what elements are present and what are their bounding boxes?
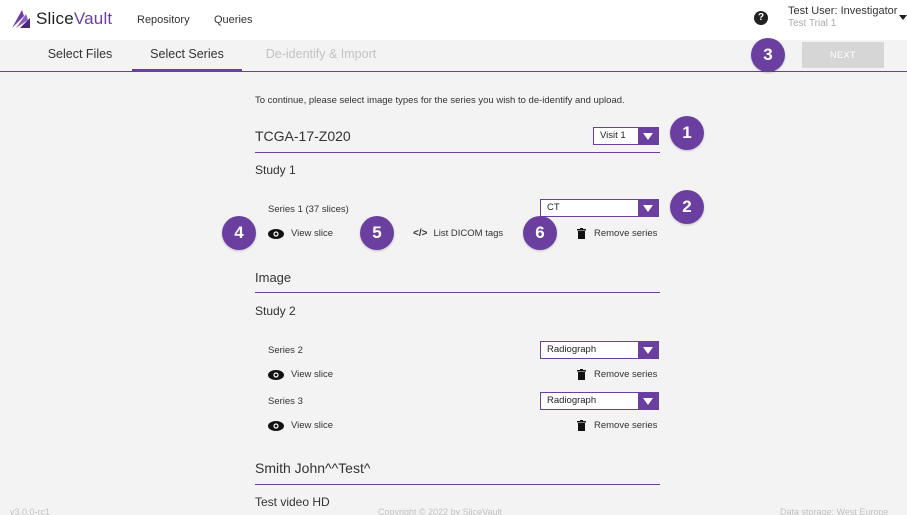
series-type-value: Radiograph	[547, 344, 597, 355]
view-slice-label: View slice	[291, 420, 334, 431]
series-label: Series 3	[268, 396, 303, 407]
chevron-down-icon[interactable]	[638, 392, 658, 410]
series-label: Series 1 (37 slices)	[268, 204, 349, 215]
trash-icon	[577, 369, 586, 380]
tab-deidentify-import: De-identify & Import	[265, 47, 377, 61]
patient-name: Smith John^^Test^	[255, 460, 371, 476]
callout-badge: 1	[670, 116, 704, 150]
series-type-select[interactable]: Radiograph	[540, 341, 659, 359]
view-slice-label: View slice	[291, 369, 334, 380]
image-divider	[255, 292, 660, 293]
callout-badge: 4	[222, 216, 256, 250]
tab-select-series[interactable]: Select Series	[132, 40, 242, 72]
study-title: Study 2	[255, 304, 296, 318]
nav-queries-link[interactable]: Queries	[214, 14, 253, 26]
code-icon: </>	[413, 228, 428, 239]
study-title: Study 1	[255, 163, 296, 177]
top-navigation: SliceVault Repository Queries ? Test Use…	[0, 0, 907, 40]
user-name[interactable]: Test User: Investigator	[788, 5, 897, 17]
caret-down-icon[interactable]	[899, 15, 907, 20]
remove-series-action[interactable]: Remove series	[577, 369, 657, 380]
eye-icon	[268, 369, 284, 380]
series-type-select[interactable]: CT	[540, 199, 659, 217]
callout-badge: 3	[751, 38, 785, 72]
visit-select[interactable]: Visit 1	[593, 127, 659, 145]
footer-storage: Data storage: West Europe	[780, 507, 889, 515]
eye-icon	[268, 228, 284, 239]
app-logo[interactable]: SliceVault	[10, 8, 112, 30]
next-button[interactable]: NEXT	[802, 42, 884, 68]
study-group-title: Image	[255, 270, 292, 285]
patient-name: TCGA-17-Z020	[255, 128, 351, 144]
chevron-down-icon[interactable]	[638, 199, 658, 217]
view-slice-label: View slice	[291, 228, 334, 239]
remove-series-action[interactable]: Remove series	[577, 228, 657, 239]
footer-copyright: Copyright © 2022 by SliceVault	[378, 507, 503, 515]
series-type-value: Radiograph	[547, 395, 597, 406]
instructions-text: To continue, please select image types f…	[255, 95, 625, 106]
nav-repository-link[interactable]: Repository	[137, 14, 190, 26]
remove-series-label: Remove series	[594, 420, 658, 431]
view-slice-action[interactable]: View slice	[268, 228, 333, 239]
series-type-value: CT	[547, 202, 560, 213]
remove-series-label: Remove series	[594, 228, 658, 239]
patient-divider	[255, 152, 660, 153]
series-type-select[interactable]: Radiograph	[540, 392, 659, 410]
app-name: SliceVault	[36, 9, 113, 28]
callout-badge: 6	[523, 216, 557, 250]
remove-series-action[interactable]: Remove series	[577, 420, 657, 431]
patient-divider	[255, 484, 660, 485]
study-title: Test video HD	[255, 495, 330, 509]
list-dicom-tags-label: List DICOM tags	[433, 228, 504, 239]
trash-icon	[577, 228, 586, 239]
question-circle-icon[interactable]: ?	[754, 11, 768, 25]
chevron-down-icon[interactable]	[638, 341, 658, 359]
list-dicom-tags-action[interactable]: </> List DICOM tags	[413, 228, 503, 239]
chevron-down-icon[interactable]	[638, 127, 658, 145]
callout-badge: 2	[670, 190, 704, 224]
visit-select-value: Visit 1	[600, 130, 626, 141]
remove-series-label: Remove series	[594, 369, 658, 380]
user-trial: Test Trial 1	[788, 18, 837, 29]
view-slice-action[interactable]: View slice	[268, 420, 333, 431]
slicevault-logo-icon	[12, 10, 30, 28]
trash-icon	[577, 420, 586, 431]
series-label: Series 2	[268, 345, 303, 356]
callout-badge: 5	[360, 216, 394, 250]
tab-select-files[interactable]: Select Files	[32, 40, 128, 71]
footer-version: v3.0.0-rc1	[10, 507, 51, 515]
view-slice-action[interactable]: View slice	[268, 369, 333, 380]
eye-icon	[268, 420, 284, 431]
